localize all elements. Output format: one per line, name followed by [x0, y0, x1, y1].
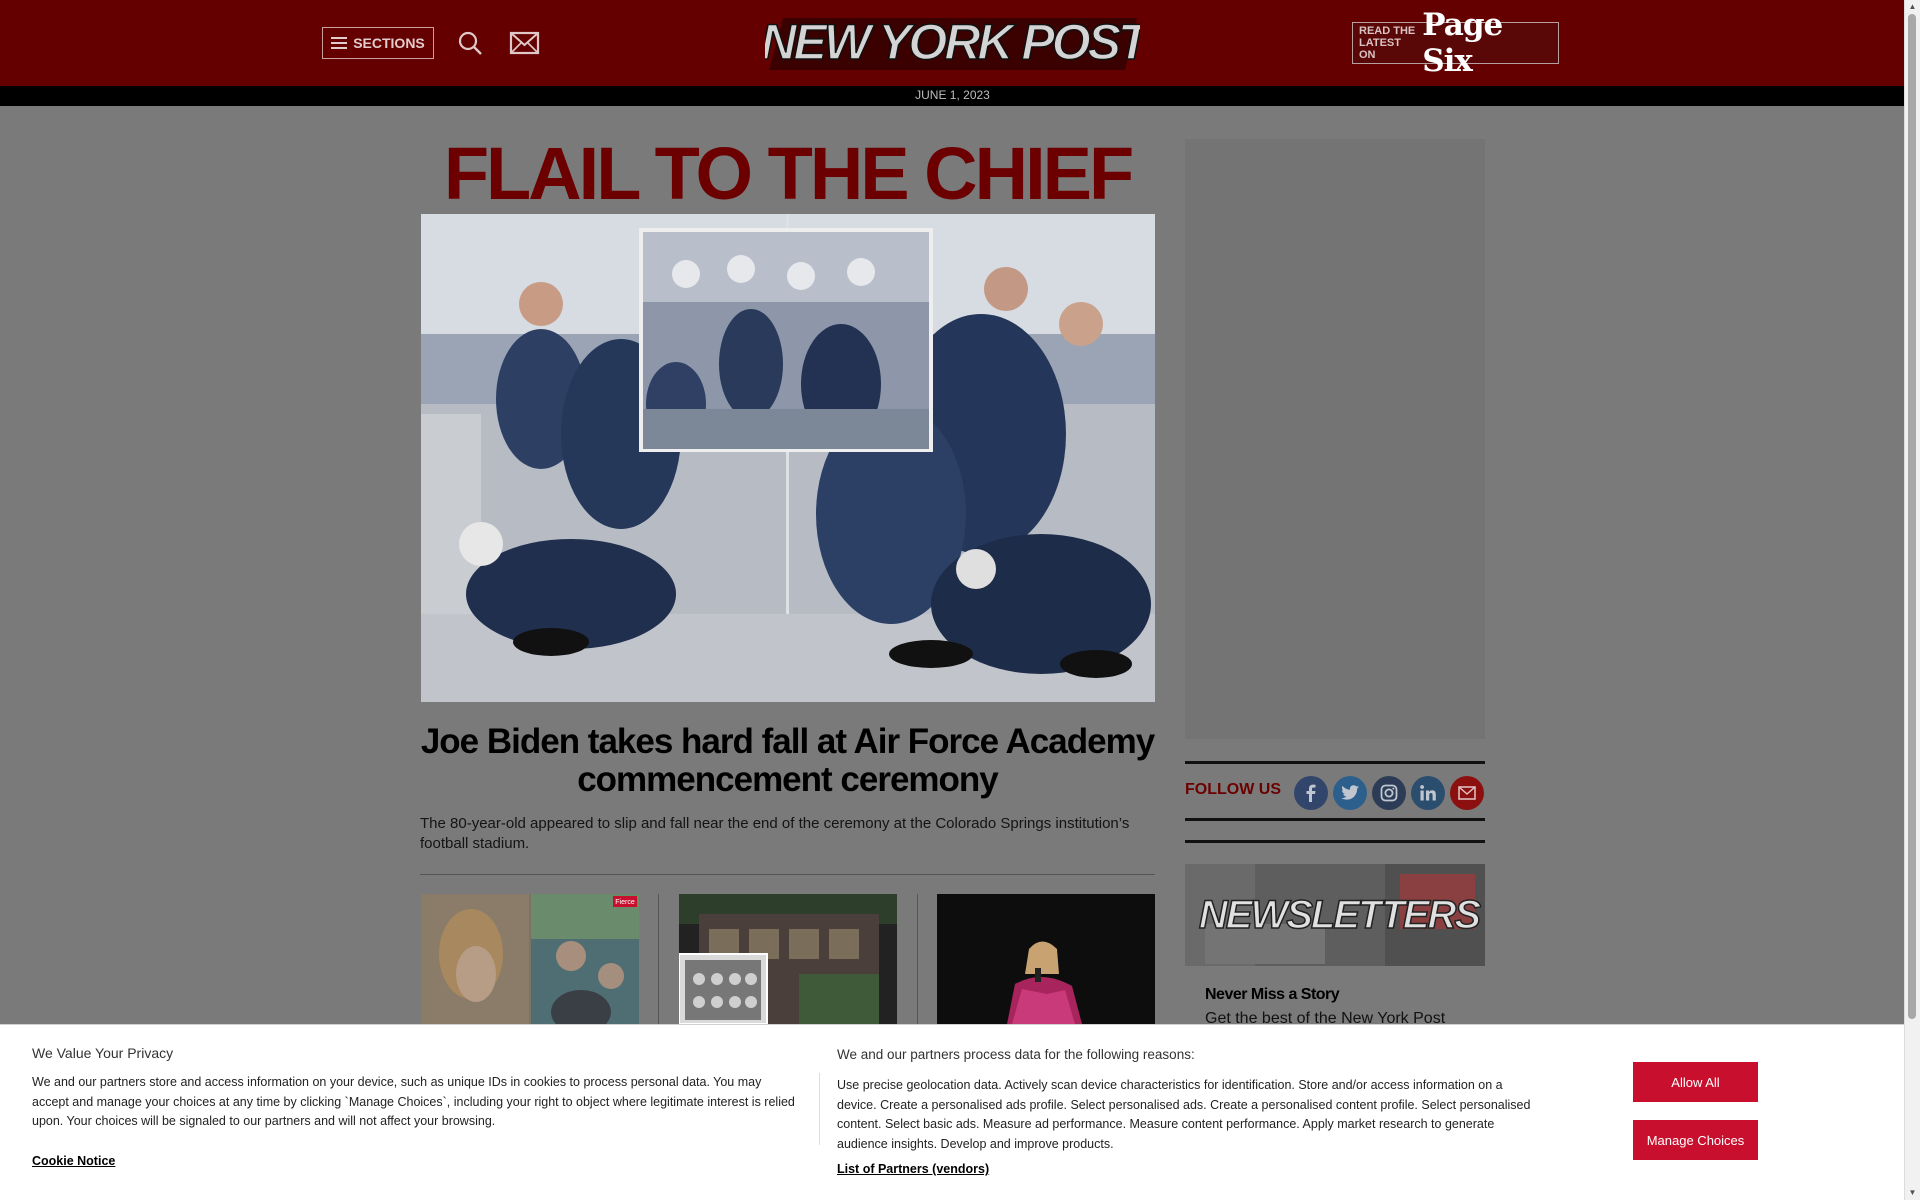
cookie-notice-link[interactable]: Cookie Notice — [32, 1154, 115, 1168]
new-york-post-logo[interactable]: NEW YORK POST — [760, 13, 1157, 72]
thumbnail-separator — [658, 894, 659, 1024]
article-title[interactable]: Joe Biden takes hard fall at Air Force A… — [420, 723, 1155, 799]
linkedin-icon[interactable] — [1411, 776, 1445, 810]
pagesix-brand: Page Six — [1422, 7, 1503, 79]
cookie-title: We Value Your Privacy — [32, 1045, 174, 1061]
manage-choices-button[interactable]: Manage Choices — [1633, 1120, 1758, 1160]
sections-button[interactable]: SECTIONS — [322, 27, 434, 59]
scrollbar-thumb[interactable] — [1908, 14, 1916, 1019]
mail-icon[interactable] — [509, 29, 540, 57]
story-thumbnail-2[interactable] — [679, 894, 897, 1024]
partners-list-link[interactable]: List of Partners (vendors) — [837, 1162, 989, 1176]
cookie-description: We and our partners store and access inf… — [32, 1075, 795, 1128]
instagram-icon[interactable] — [1372, 776, 1406, 810]
newsletters-banner-text: NEWSLETTERS — [1199, 893, 1482, 937]
search-icon[interactable] — [456, 29, 486, 57]
scroll-down-arrow-icon[interactable]: ▼ — [1905, 1186, 1920, 1200]
allow-all-button[interactable]: Allow All — [1633, 1062, 1758, 1102]
logo-text: NEW YORK POST — [765, 14, 1140, 70]
cookie-consent-banner: We Value Your Privacy We and our partner… — [0, 1024, 1905, 1200]
pagesix-latest-on: LATEST ON — [1359, 37, 1401, 61]
story-thumbnail-3[interactable] — [937, 894, 1155, 1024]
page: SECTIONS NEW YORK POST READ THE LATEST O… — [0, 0, 1905, 1200]
pagesix-small-text: READ THE LATEST ON — [1359, 25, 1416, 61]
hamburger-icon — [331, 37, 348, 49]
advertisement-slot[interactable] — [1185, 139, 1485, 739]
hero-image[interactable] — [421, 214, 1155, 702]
follow-us-label: FOLLOW US — [1185, 781, 1281, 798]
divider — [1185, 840, 1485, 843]
story-thumbnail-1[interactable]: Fierce — [421, 894, 639, 1024]
date-bar: JUNE 1, 2023 — [0, 86, 1905, 106]
cookie-reasons-text: Use precise geolocation data. Actively s… — [837, 1078, 1531, 1151]
scroll-up-arrow-icon[interactable]: ▲ — [1905, 0, 1920, 14]
thumbnail-badge: Fierce — [615, 899, 635, 906]
twitter-icon[interactable] — [1333, 776, 1367, 810]
site-header: SECTIONS NEW YORK POST READ THE LATEST O… — [0, 0, 1905, 86]
pagesix-read-the: READ THE — [1359, 25, 1416, 37]
cookie-reasons-title: We and our partners process data for the… — [837, 1047, 1195, 1062]
email-icon[interactable] — [1450, 776, 1484, 810]
divider — [420, 874, 1155, 875]
article-summary: The 80-year-old appeared to slip and fal… — [420, 815, 1130, 852]
thumbnail-separator — [917, 894, 918, 1024]
newsletter-title: Never Miss a Story — [1205, 986, 1340, 1003]
facebook-icon[interactable] — [1294, 776, 1328, 810]
pagesix-promo[interactable]: READ THE LATEST ON Page Six — [1352, 7, 1559, 79]
newsletters-banner[interactable]: NEWSLETTERS — [1185, 864, 1485, 966]
banner-headline[interactable]: FLAIL TO THE CHIEF — [420, 134, 1155, 214]
scrollbar[interactable]: ▲ ▼ — [1904, 0, 1920, 1200]
cookie-divider — [819, 1073, 820, 1145]
sections-label: SECTIONS — [353, 35, 425, 51]
follow-us-bar: FOLLOW US — [1185, 761, 1485, 821]
